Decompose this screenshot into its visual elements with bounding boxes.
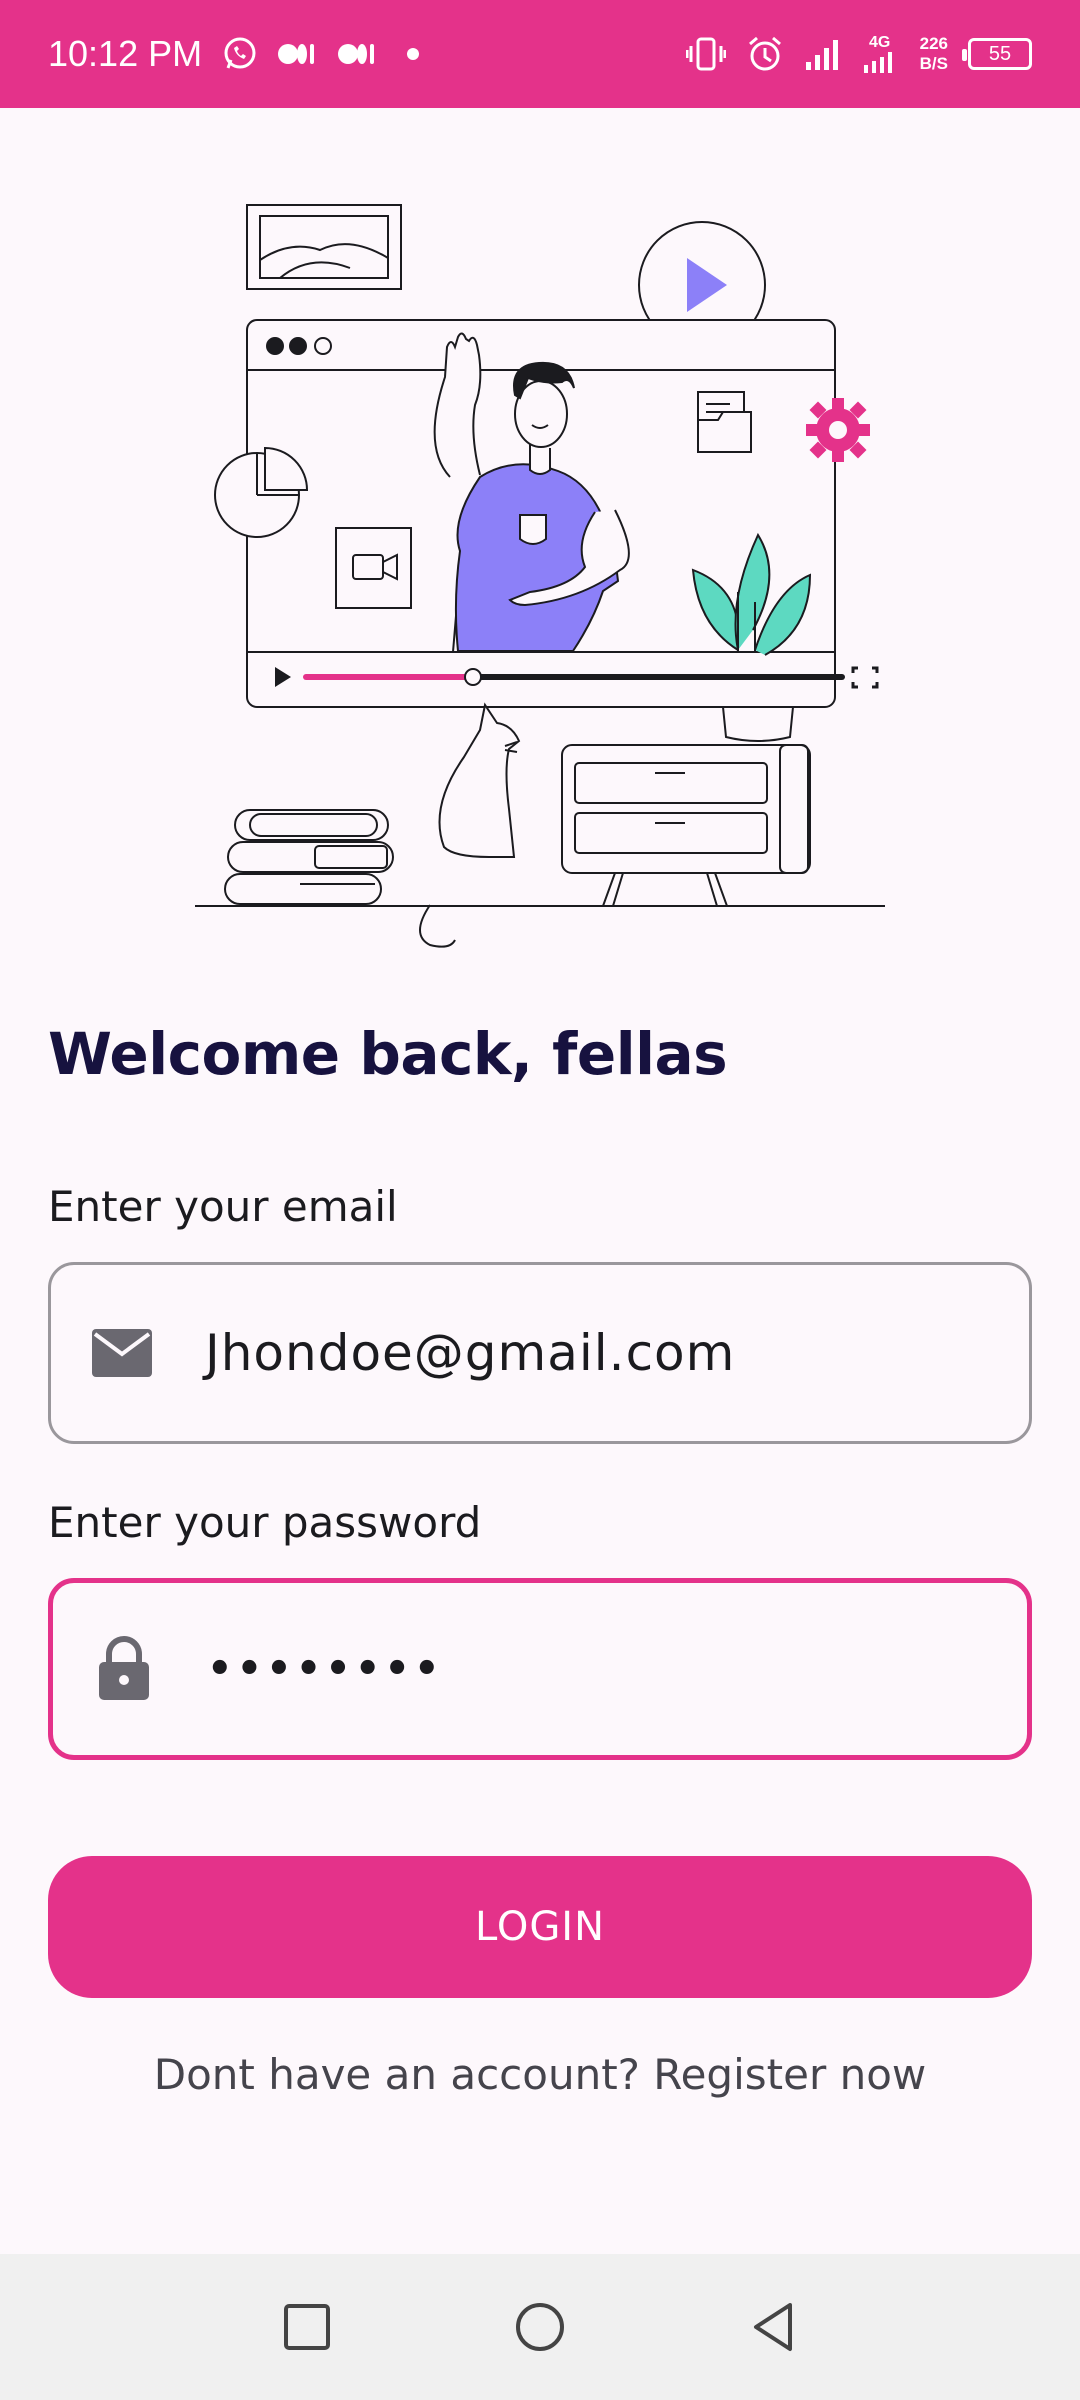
mail-icon	[87, 1328, 157, 1378]
lock-icon	[89, 1636, 159, 1702]
whatsapp-icon	[222, 36, 258, 72]
status-time: 10:12 PM	[48, 33, 203, 74]
network-type: 4G	[868, 34, 891, 51]
network-speed: 226 B/S	[920, 34, 948, 74]
status-bar: 10:12 PM 4G 226 B/S 55	[0, 0, 1080, 108]
recents-square-icon[interactable]	[267, 2287, 347, 2367]
picture-frame-icon	[246, 204, 402, 290]
speed-unit: B/S	[919, 54, 948, 73]
status-left: 10:12 PM	[48, 33, 428, 75]
password-label: Enter your password	[48, 1498, 482, 1547]
books-icon	[224, 809, 394, 905]
battery-level: 55	[988, 42, 1012, 65]
navigation-bar	[0, 2254, 1080, 2400]
alarm-icon	[746, 35, 784, 73]
email-label: Enter your email	[48, 1182, 398, 1231]
dot-icon	[398, 44, 428, 64]
signal-icon	[804, 36, 840, 72]
home-circle-icon[interactable]	[500, 2287, 580, 2367]
password-value[interactable]: ••••••••	[207, 1646, 444, 1692]
cabinet-icon	[561, 744, 811, 907]
email-field[interactable]: Jhondoe@gmail.com	[48, 1262, 1032, 1444]
signal-4g-icon: 4G	[860, 35, 900, 73]
register-link[interactable]: Dont have an account? Register now	[0, 2050, 1080, 2099]
person-waving-video-illustration	[190, 190, 890, 960]
folder-icon	[697, 391, 752, 453]
gear-icon	[806, 398, 870, 462]
password-field[interactable]: ••••••••	[48, 1578, 1032, 1760]
vibrate-icon	[685, 36, 726, 72]
email-value[interactable]: Jhondoe@gmail.com	[205, 1324, 735, 1382]
welcome-title: Welcome back, fellas	[48, 1020, 728, 1088]
back-triangle-icon[interactable]	[733, 2287, 813, 2367]
battery-icon: 55	[962, 38, 1032, 70]
status-right: 4G 226 B/S 55	[685, 34, 1032, 74]
notification-icon	[278, 41, 318, 67]
cat-icon	[419, 702, 521, 948]
notification-icon	[338, 41, 378, 67]
speed-value: 226	[919, 34, 948, 53]
login-button[interactable]: LOGIN	[48, 1856, 1032, 1998]
video-camera-icon	[335, 527, 412, 609]
